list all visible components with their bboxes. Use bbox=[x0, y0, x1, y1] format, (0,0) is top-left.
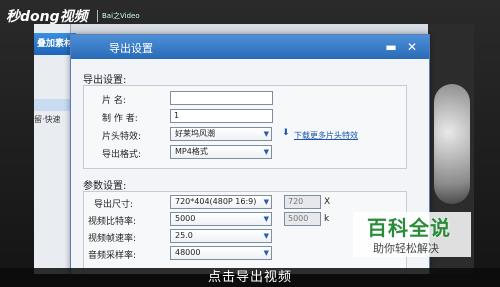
chevron-down-icon: ▼ bbox=[263, 148, 269, 156]
size-separator: X bbox=[324, 197, 331, 207]
brand-logo: 秒dong视频 bbox=[6, 9, 88, 25]
format-label: 导出格式: bbox=[102, 150, 142, 160]
watermark: 百科全说 助你轻松解决 bbox=[353, 212, 471, 257]
name-label: 片 名: bbox=[102, 96, 126, 106]
export-group-label: 导出设置: bbox=[83, 75, 127, 86]
bitrate-input[interactable]: 5000 bbox=[284, 212, 321, 226]
author-label: 制 作 者: bbox=[102, 114, 138, 124]
audio-samplerate-select[interactable]: 48000 ▼ bbox=[170, 246, 272, 260]
size-value: 720*404(480P 16:9) bbox=[175, 197, 257, 206]
list-highlight bbox=[34, 99, 70, 111]
dialog-titlebar: 导出设置 ▬ ✕ bbox=[71, 35, 429, 59]
format-select[interactable]: MP4格式 ▼ bbox=[170, 145, 272, 159]
bitrate-unit: k bbox=[324, 214, 330, 224]
framerate-select[interactable]: 25.0 ▼ bbox=[170, 229, 272, 243]
video-bitrate-label: 视频比特率: bbox=[88, 217, 137, 227]
download-icon[interactable]: ⬇ bbox=[282, 128, 290, 138]
name-input[interactable] bbox=[170, 91, 273, 105]
logo-divider bbox=[97, 10, 98, 22]
export-settings-group: 片 名: 制 作 者: 1 片头特效: 好莱坞风潮 ▼ ⬇ 下载更多片头特效 导… bbox=[83, 85, 407, 169]
close-icon[interactable]: ✕ bbox=[404, 39, 420, 55]
chevron-down-icon: ▼ bbox=[263, 249, 269, 257]
chevron-down-icon: ▼ bbox=[263, 215, 269, 223]
intro-effect-value: 好莱坞风潮 bbox=[175, 129, 215, 138]
brand-logo-small: Bai之Video bbox=[102, 12, 140, 20]
author-input[interactable]: 1 bbox=[170, 109, 273, 123]
chevron-down-icon: ▼ bbox=[263, 232, 269, 240]
monitor-frame: 秒dong视频 Bai之Video 叠加素材 留·快速 导出设置 ▬ ✕ 导出设… bbox=[0, 0, 500, 287]
audio-samplerate-label: 音频采样率: bbox=[88, 251, 137, 261]
video-bitrate-value: 5000 bbox=[175, 214, 196, 223]
preview-image bbox=[434, 84, 470, 204]
watermark-title: 百科全说 bbox=[367, 216, 451, 240]
list-item[interactable]: 留·快速 bbox=[34, 114, 70, 128]
intro-effect-label: 片头特效: bbox=[102, 132, 142, 142]
size-label: 导出尺寸: bbox=[94, 200, 134, 210]
download-more-effects-link[interactable]: 下载更多片头特效 bbox=[294, 130, 358, 141]
size-select[interactable]: 720*404(480P 16:9) ▼ bbox=[170, 195, 272, 209]
framerate-label: 视频帧速率: bbox=[88, 234, 137, 244]
intro-effect-select[interactable]: 好莱坞风潮 ▼ bbox=[170, 127, 272, 141]
watermark-subtitle: 助你轻松解决 bbox=[373, 242, 439, 255]
background-left-panel: 叠加素材 留·快速 bbox=[34, 24, 76, 274]
minimize-icon[interactable]: ▬ bbox=[383, 39, 399, 55]
audio-samplerate-value: 48000 bbox=[175, 248, 201, 257]
video-bitrate-select[interactable]: 5000 ▼ bbox=[170, 212, 272, 226]
format-value: MP4格式 bbox=[175, 147, 208, 156]
chevron-down-icon: ▼ bbox=[263, 130, 269, 138]
chevron-down-icon: ▼ bbox=[263, 198, 269, 206]
dialog-title: 导出设置 bbox=[109, 42, 153, 55]
width-input[interactable]: 720 bbox=[284, 195, 321, 209]
framerate-value: 25.0 bbox=[175, 231, 193, 240]
params-group-label: 参数设置: bbox=[83, 181, 127, 192]
video-caption: 点击导出视频 bbox=[0, 268, 500, 287]
